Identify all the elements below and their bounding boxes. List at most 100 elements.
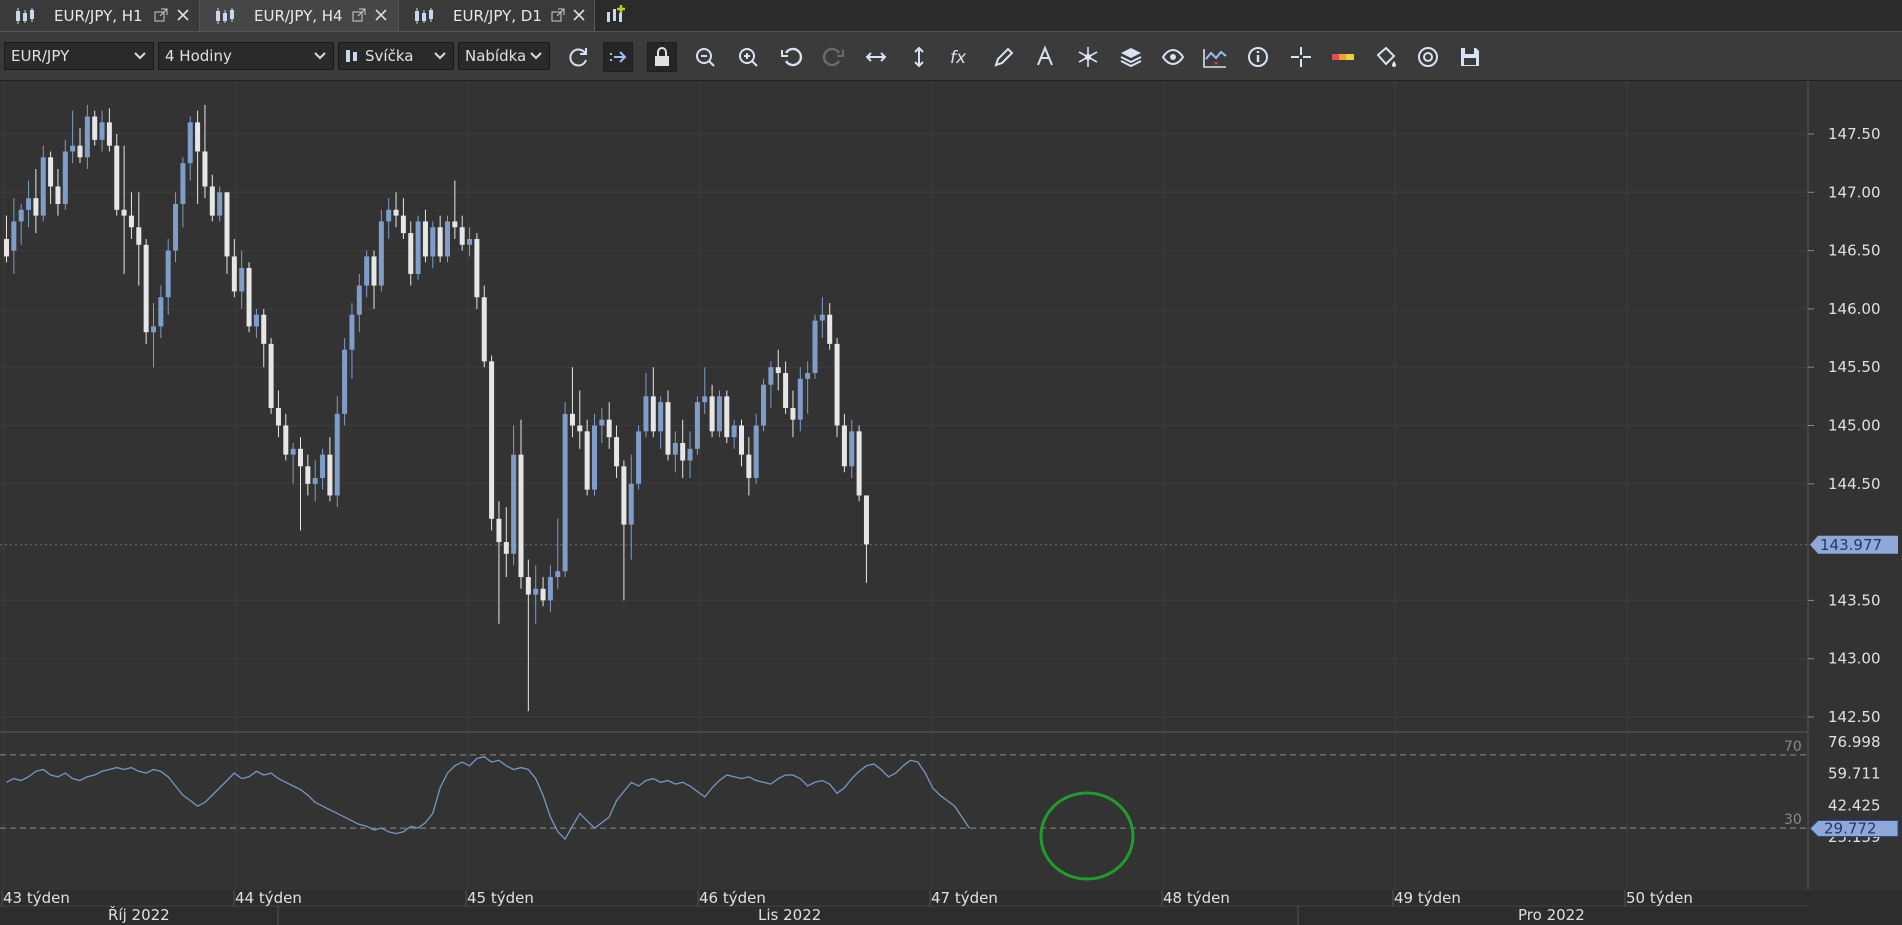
close-tab-icon[interactable] <box>374 8 388 22</box>
vertical-scale-icon <box>914 46 924 68</box>
candle-body <box>48 157 54 187</box>
candle-body <box>143 244 149 333</box>
candles-icon <box>216 7 234 24</box>
zoom-in-button[interactable] <box>690 42 720 72</box>
candle-body <box>26 198 32 210</box>
zoom-in-icon <box>696 48 715 67</box>
vertical-scale-button[interactable] <box>904 42 934 72</box>
candle-body <box>834 343 840 426</box>
tab-bar: EUR/JPY, H1 EUR/JPY, H4 EUR/JPY, D1 <box>0 0 1902 32</box>
indicators-button[interactable]: fx <box>946 42 976 72</box>
price-chart[interactable]: 147.50 147.00 146.50 146.00 145.50 145.00 144.… <box>0 81 1902 733</box>
candle-body <box>562 413 568 572</box>
objects-button[interactable] <box>1073 42 1103 72</box>
candle-body <box>40 157 46 216</box>
tab-eurjpy-h1[interactable]: EUR/JPY, H1 <box>0 0 200 31</box>
close-tab-icon[interactable] <box>572 8 586 22</box>
candle-body <box>128 215 134 228</box>
chevron-down-icon <box>314 52 326 60</box>
candle-body <box>173 203 179 251</box>
candle <box>445 215 450 263</box>
price-marker-icon <box>1332 54 1354 60</box>
chart-type-select[interactable]: Svíčka <box>338 42 454 70</box>
tab-eurjpy-h4[interactable]: EUR/JPY, H4 <box>200 0 399 31</box>
candle-body <box>290 448 296 455</box>
candle <box>761 378 767 432</box>
candle-body <box>136 227 142 245</box>
period-select[interactable]: 4 Hodiny <box>158 42 334 70</box>
close-tab-icon[interactable] <box>176 8 190 22</box>
undock-icon[interactable] <box>154 8 168 22</box>
candle-body <box>312 477 318 484</box>
candle-body <box>790 408 796 420</box>
candle-body <box>114 145 120 210</box>
visibility-button[interactable] <box>1158 42 1188 72</box>
price-tick-label: 145.00 <box>1828 417 1881 435</box>
month-label: Pro 2022 <box>1518 906 1585 924</box>
candle-body <box>731 425 737 438</box>
candle-body <box>195 122 201 152</box>
horizontal-scale-icon <box>865 52 887 62</box>
candle-body <box>555 571 561 578</box>
candle-body <box>606 419 612 438</box>
info-button[interactable] <box>1243 42 1273 72</box>
candle <box>268 338 274 414</box>
candle-body <box>739 425 744 455</box>
save-button[interactable] <box>1455 42 1485 72</box>
candle-body <box>592 425 597 490</box>
price-marker-button[interactable] <box>1328 42 1358 72</box>
chart-type-value: Svíčka <box>365 47 414 65</box>
drawing-pencil-icon <box>994 47 1014 67</box>
undo-icon <box>781 47 803 67</box>
tab-label: EUR/JPY, D1 <box>453 6 542 25</box>
candle-body <box>547 577 553 601</box>
candle-body <box>540 588 546 601</box>
candle <box>636 425 642 490</box>
text-tool-button[interactable] <box>1031 42 1061 72</box>
layers-icon <box>1120 48 1142 68</box>
lock-button[interactable] <box>647 42 677 72</box>
autoshift-button[interactable] <box>603 42 633 72</box>
candle-body <box>584 431 590 490</box>
tab-eurjpy-d1[interactable]: EUR/JPY, D1 <box>399 0 595 31</box>
crosshair-button[interactable] <box>1286 42 1316 72</box>
candles-icon <box>415 7 433 24</box>
candle-body <box>386 209 392 222</box>
time-axis[interactable]: 43 týden 44 týden 45 týden 46 týden 47 týden… <box>0 890 1902 925</box>
candle-body <box>4 238 9 257</box>
candle-body <box>474 238 480 298</box>
candle-body <box>863 495 869 545</box>
theme-button[interactable] <box>1371 42 1401 72</box>
candle-body <box>430 227 436 257</box>
undock-icon[interactable] <box>551 8 565 22</box>
zoom-out-button[interactable] <box>733 42 763 72</box>
instrument-select[interactable]: EUR/JPY <box>4 42 154 70</box>
template-button[interactable] <box>1413 42 1443 72</box>
candle-body <box>445 221 450 257</box>
offer-side-select[interactable]: Nabídka <box>458 42 550 70</box>
drawing-button[interactable] <box>989 42 1019 72</box>
redo-button[interactable] <box>819 42 849 72</box>
candle <box>342 338 348 426</box>
candle-body <box>231 256 237 292</box>
last-price-label: 143.977 <box>1820 536 1882 554</box>
candle-body <box>827 314 833 344</box>
undock-icon[interactable] <box>352 8 366 22</box>
rsi-tick-label: 59.711 <box>1828 765 1881 783</box>
candle-body <box>702 396 708 403</box>
price-tick-label: 143.50 <box>1828 591 1881 609</box>
candle-body <box>305 466 311 484</box>
studies-button[interactable] <box>1200 42 1230 72</box>
candle <box>481 285 487 368</box>
chevron-down-icon <box>134 52 146 60</box>
save-icon <box>1461 48 1479 66</box>
undo-button[interactable] <box>776 42 806 72</box>
rsi-indicator-panel[interactable]: 7030 76.99859.71142.42525.139 29.772 <box>0 734 1902 890</box>
refresh-button[interactable] <box>563 42 593 72</box>
add-chart-icon[interactable] <box>604 4 628 28</box>
layers-button[interactable] <box>1116 42 1146 72</box>
candle-body <box>489 361 495 519</box>
candle-body <box>680 442 686 461</box>
text-tool-icon <box>1037 45 1053 66</box>
horizontal-scale-button[interactable] <box>861 42 891 72</box>
